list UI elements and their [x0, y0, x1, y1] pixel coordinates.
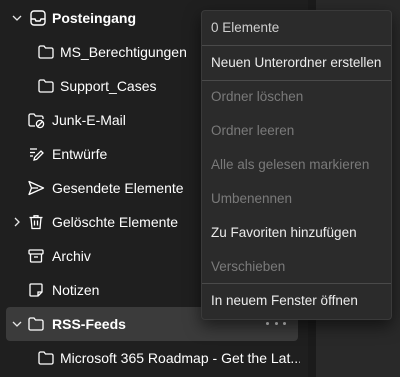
menu-item-empty-folder: Ordner leeren [211, 123, 295, 138]
junk-mail-icon [27, 111, 45, 129]
folder-label: Support_Cases [60, 78, 157, 94]
note-icon [27, 281, 45, 299]
folder-microsoft-365-roadmap[interactable]: Microsoft 365 Roadmap - Get the Lat... [0, 341, 300, 375]
folder-label: Archiv [52, 248, 91, 264]
chevron-down-icon[interactable] [11, 12, 23, 24]
folder-label: Posteingang [52, 10, 137, 26]
folder-icon [37, 43, 55, 61]
menu-item-rename: Umbenennen [211, 191, 293, 206]
chevron-right-icon[interactable] [11, 216, 23, 228]
chevron-down-icon[interactable] [11, 318, 23, 330]
folder-label: MS_Berechtigungen [60, 44, 187, 60]
folder-label: RSS-Feeds [52, 316, 126, 332]
folder-label: Entwürfe [52, 146, 108, 162]
menu-item-add-to-favorites[interactable]: Zu Favoriten hinzufügen [211, 222, 357, 244]
menu-divider [202, 80, 391, 81]
archive-icon [27, 247, 45, 265]
folder-icon [37, 349, 55, 367]
folder-icon [27, 315, 45, 333]
folder-label: Microsoft 365 Roadmap - Get the Lat... [60, 350, 300, 366]
menu-item-new-subfolder[interactable]: Neuen Unterordner erstellen [211, 52, 381, 74]
folder-label: Gelöschte Elemente [52, 214, 179, 230]
item-count-label: 0 Elemente [211, 20, 280, 35]
menu-divider [202, 283, 391, 284]
folder-icon [37, 77, 55, 95]
inbox-icon [29, 9, 47, 27]
menu-item-open-in-new-window[interactable]: In neuem Fenster öffnen [211, 290, 358, 312]
folder-label: Junk-E-Mail [52, 112, 126, 128]
menu-divider [202, 45, 391, 46]
menu-item-move: Verschieben [211, 259, 286, 274]
menu-item-mark-all-read: Alle als gelesen markieren [211, 157, 370, 172]
folder-label: Notizen [52, 282, 100, 298]
folder-label: Gesendete Elemente [52, 180, 184, 196]
trash-icon [27, 213, 45, 231]
context-menu: 0 Elemente Neuen Unterordner erstellen O… [201, 10, 392, 320]
send-icon [27, 179, 45, 197]
menu-item-delete-folder: Ordner löschen [211, 89, 304, 104]
draft-pencil-icon [27, 145, 45, 163]
